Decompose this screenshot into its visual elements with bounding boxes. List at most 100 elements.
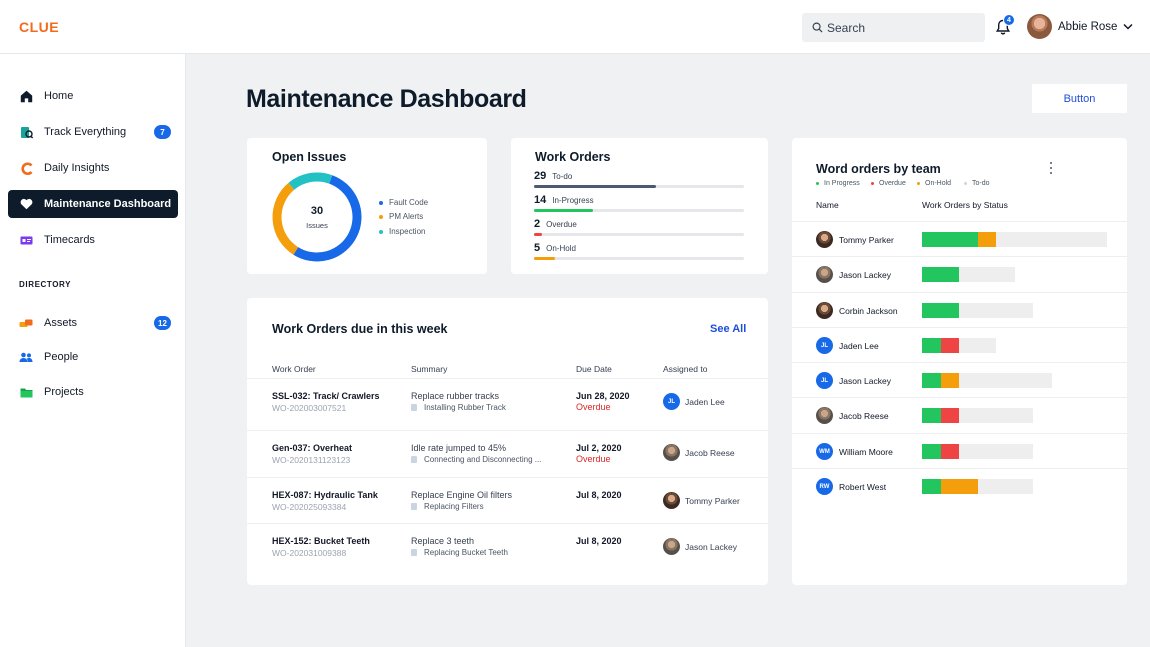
sidebar-item-maintenance-dashboard[interactable]: Maintenance Dashboard <box>8 190 178 218</box>
more-options-icon[interactable] <box>1049 161 1053 175</box>
open-issues-title: Open Issues <box>272 150 347 164</box>
work-order-id: WO-202031009388 <box>272 548 347 558</box>
status-label: In-Progress <box>552 196 594 205</box>
task-line: Installing Rubber Track <box>411 403 506 412</box>
sidebar-item-daily-insights[interactable]: Daily Insights <box>8 154 178 182</box>
avatar <box>816 407 833 424</box>
insights-icon <box>19 161 33 175</box>
task-line: Replacing Filters <box>411 502 484 511</box>
team-member-row[interactable]: Corbin Jackson <box>792 292 1127 327</box>
due-date: Jun 28, 2020 <box>576 391 630 401</box>
sidebar-item-track-everything[interactable]: Track Everything 7 <box>8 118 178 146</box>
legend-dot <box>379 214 383 219</box>
segment-overdue <box>940 408 959 423</box>
document-icon <box>411 404 417 411</box>
work-order-name[interactable]: Gen-037: Overheat <box>272 443 352 453</box>
team-member-name: William Moore <box>839 447 893 457</box>
assignee[interactable]: Tommy Parker <box>663 492 740 509</box>
sidebar-item-label: Timecards <box>44 234 95 246</box>
table-row[interactable]: HEX-152: Bucket Teeth WO-202031009388 Re… <box>247 523 768 569</box>
status-stacked-bar <box>922 373 1052 388</box>
progress-track <box>534 209 744 212</box>
status-stacked-bar <box>922 232 1107 247</box>
task-text: Connecting and Disconnecting ... <box>424 455 542 464</box>
due-date: Jul 8, 2020 <box>576 536 622 546</box>
team-member-row[interactable]: JL Jason Lackey <box>792 362 1127 397</box>
team-member-row[interactable]: Tommy Parker <box>792 221 1127 256</box>
work-order-name[interactable]: SSL-032: Track/ Crawlers <box>272 391 380 401</box>
issues-donut-chart <box>272 172 362 262</box>
sidebar-item-label: Assets <box>44 317 78 329</box>
issues-total-label: Issues <box>306 221 328 230</box>
avatar <box>816 231 833 248</box>
document-icon <box>411 549 417 556</box>
segment-in-progress <box>922 408 941 423</box>
user-avatar <box>1027 14 1052 39</box>
track-icon <box>19 125 33 139</box>
table-row[interactable]: SSL-032: Track/ Crawlers WO-202003007521… <box>247 378 768 424</box>
search-icon <box>812 22 823 33</box>
legend-dot <box>379 200 383 205</box>
due-status: Overdue <box>576 402 611 412</box>
folder-icon <box>19 385 33 399</box>
task-text: Replacing Filters <box>424 502 484 511</box>
legend-label: On-Hold <box>925 180 952 187</box>
segment-on-hold <box>940 373 959 388</box>
task-line: Replacing Bucket Teeth <box>411 548 508 557</box>
column-header-assigned-to: Assigned to <box>663 364 708 374</box>
status-count: 5 <box>534 242 541 254</box>
task-text: Installing Rubber Track <box>424 403 506 412</box>
table-row[interactable]: Gen-037: Overheat WO-2020131123123 Idle … <box>247 430 768 476</box>
progress-fill <box>534 257 555 260</box>
search-input[interactable]: Search <box>802 13 985 42</box>
donut-segment-fault-code <box>293 175 362 262</box>
assignee[interactable]: Jacob Reese <box>663 444 735 461</box>
sidebar-item-home[interactable]: Home <box>8 82 178 110</box>
legend-dot <box>379 229 383 234</box>
sidebar-item-projects[interactable]: Projects <box>8 378 178 406</box>
sidebar-item-label: People <box>44 351 79 363</box>
assets-icon <box>19 316 33 330</box>
legend-dot <box>917 182 920 185</box>
legend-dot <box>816 182 819 185</box>
assignee-name: Jason Lackey <box>685 541 737 552</box>
table-row[interactable]: HEX-087: Hydraulic Tank WO-202025093384 … <box>247 477 768 523</box>
sidebar: Home Track Everything 7 Daily Insights M… <box>0 54 186 647</box>
progress-fill <box>534 185 656 188</box>
avatar <box>663 492 680 509</box>
team-member-name: Corbin Jackson <box>839 306 898 316</box>
team-member-row[interactable]: JL Jaden Lee <box>792 327 1127 362</box>
sidebar-item-people[interactable]: People <box>8 343 178 371</box>
user-menu[interactable]: Abbie Rose <box>1027 14 1133 39</box>
sidebar-item-label: Track Everything <box>44 126 127 138</box>
team-member-row[interactable]: Jacob Reese <box>792 397 1127 432</box>
work-order-id: WO-202003007521 <box>272 403 347 413</box>
avatar: JL <box>816 337 833 354</box>
work-order-name[interactable]: HEX-152: Bucket Teeth <box>272 536 370 546</box>
progress-track <box>534 233 744 236</box>
avatar <box>816 302 833 319</box>
assignee[interactable]: Jason Lackey <box>663 538 737 555</box>
column-header-status: Work Orders by Status <box>922 200 1008 210</box>
team-member-row[interactable]: RW Robert West <box>792 468 1127 503</box>
legend-label: Fault Code <box>389 198 429 207</box>
primary-button[interactable]: Button <box>1032 84 1127 113</box>
team-member-row[interactable]: Jason Lackey <box>792 256 1127 291</box>
timecard-icon <box>19 233 33 247</box>
team-member-name: Jaden Lee <box>839 341 879 351</box>
team-member-row[interactable]: WM William Moore <box>792 433 1127 468</box>
sidebar-item-timecards[interactable]: Timecards <box>8 226 178 254</box>
work-order-name[interactable]: HEX-087: Hydraulic Tank <box>272 490 378 500</box>
summary-text: Replace rubber tracks <box>411 391 500 401</box>
app-logo[interactable]: CLUE <box>19 19 59 35</box>
sidebar-item-label: Maintenance Dashboard <box>44 198 172 210</box>
segment-in-progress <box>922 338 941 353</box>
status-stacked-bar <box>922 408 1033 423</box>
work-order-id: WO-2020131123123 <box>272 455 351 465</box>
see-all-link[interactable]: See All <box>710 323 746 335</box>
sidebar-item-assets[interactable]: Assets 12 <box>8 309 178 337</box>
status-label: On-Hold <box>546 244 576 253</box>
avatar: JL <box>663 393 680 410</box>
status-count: 2 <box>534 218 541 230</box>
assignee[interactable]: JL Jaden Lee <box>663 393 725 410</box>
